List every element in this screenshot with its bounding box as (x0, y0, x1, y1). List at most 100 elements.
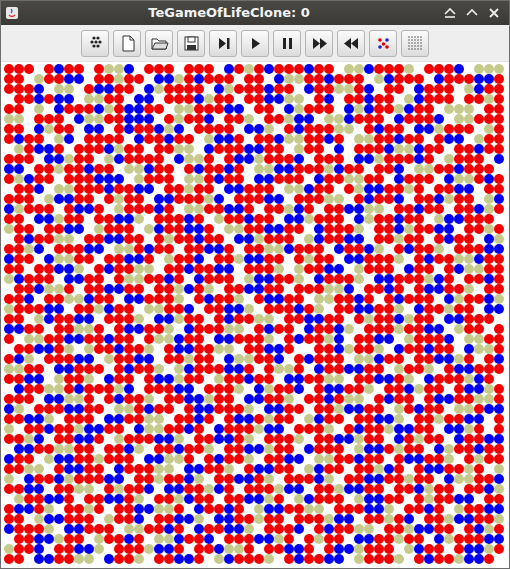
cell[interactable] (384, 174, 394, 184)
cell[interactable] (204, 224, 214, 234)
cell[interactable] (174, 114, 184, 124)
cell[interactable] (34, 184, 44, 194)
cell[interactable] (314, 174, 324, 184)
cell[interactable] (64, 84, 74, 94)
colors-button[interactable] (369, 30, 397, 57)
cell[interactable] (424, 254, 434, 264)
cell[interactable] (134, 204, 144, 214)
cell[interactable] (494, 154, 504, 164)
cell[interactable] (64, 214, 74, 224)
cell[interactable] (174, 154, 184, 164)
cell[interactable] (294, 114, 304, 124)
cell[interactable] (14, 214, 24, 224)
cell[interactable] (384, 84, 394, 94)
cell[interactable] (254, 164, 264, 174)
cell[interactable] (404, 154, 414, 164)
cell[interactable] (334, 254, 344, 264)
cell[interactable] (364, 244, 374, 254)
cell[interactable] (474, 154, 484, 164)
cell[interactable] (294, 104, 304, 114)
cell[interactable] (414, 74, 424, 84)
cell[interactable] (34, 74, 44, 84)
cell[interactable] (444, 64, 454, 74)
cell[interactable] (214, 74, 224, 84)
cell[interactable] (144, 234, 154, 244)
cell[interactable] (24, 174, 34, 184)
cell[interactable] (114, 134, 124, 144)
cell[interactable] (444, 194, 454, 204)
cell[interactable] (204, 64, 214, 74)
cell[interactable] (164, 104, 174, 114)
cell[interactable] (494, 164, 504, 174)
cell[interactable] (204, 264, 214, 274)
cell[interactable] (474, 214, 484, 224)
cell[interactable] (244, 84, 254, 94)
cell[interactable] (354, 244, 364, 254)
cell[interactable] (94, 224, 104, 234)
cell[interactable] (294, 234, 304, 244)
cell[interactable] (124, 254, 134, 264)
cell[interactable] (174, 244, 184, 254)
cell[interactable] (354, 204, 364, 214)
cell[interactable] (374, 254, 384, 264)
cell[interactable] (104, 264, 114, 274)
cell[interactable] (464, 264, 474, 274)
cell[interactable] (114, 184, 124, 194)
cell[interactable] (74, 74, 84, 84)
cell[interactable] (414, 254, 424, 264)
cell[interactable] (314, 134, 324, 144)
cell[interactable] (264, 184, 274, 194)
cell[interactable] (84, 254, 94, 264)
cell[interactable] (274, 84, 284, 94)
cell[interactable] (94, 124, 104, 134)
cell[interactable] (244, 164, 254, 174)
cell[interactable] (334, 124, 344, 134)
cell[interactable] (124, 144, 134, 154)
cell[interactable] (354, 84, 364, 94)
cell[interactable] (54, 224, 64, 234)
cell[interactable] (194, 154, 204, 164)
cell[interactable] (114, 114, 124, 124)
cell[interactable] (354, 224, 364, 234)
cell[interactable] (214, 244, 224, 254)
cell[interactable] (24, 84, 34, 94)
cell[interactable] (254, 244, 264, 254)
cell[interactable] (494, 84, 504, 94)
cell[interactable] (54, 174, 64, 184)
cell[interactable] (74, 94, 84, 104)
cell[interactable] (124, 224, 134, 234)
cell[interactable] (134, 264, 144, 274)
cell[interactable] (234, 144, 244, 154)
cell[interactable] (424, 144, 434, 154)
cell[interactable] (424, 214, 434, 224)
cell[interactable] (224, 264, 234, 274)
cell[interactable] (384, 164, 394, 174)
cell[interactable] (54, 74, 64, 84)
cell[interactable] (214, 124, 224, 134)
cell[interactable] (334, 244, 344, 254)
cell[interactable] (384, 254, 394, 264)
cell[interactable] (104, 204, 114, 214)
cell[interactable] (204, 84, 214, 94)
cell[interactable] (414, 204, 424, 214)
cell[interactable] (224, 94, 234, 104)
cell[interactable] (174, 94, 184, 104)
cell[interactable] (434, 244, 444, 254)
cell[interactable] (234, 154, 244, 164)
cell[interactable] (44, 184, 54, 194)
cell[interactable] (284, 164, 294, 174)
cell[interactable] (394, 184, 404, 194)
cell[interactable] (114, 94, 124, 104)
cell[interactable] (224, 234, 234, 244)
cell[interactable] (114, 254, 124, 264)
cell[interactable] (314, 124, 324, 134)
cell[interactable] (94, 254, 104, 264)
cell[interactable] (114, 224, 124, 234)
cell[interactable] (374, 124, 384, 134)
cell[interactable] (74, 164, 84, 174)
cell[interactable] (324, 264, 334, 274)
cell[interactable] (44, 274, 54, 284)
cell[interactable] (244, 204, 254, 214)
cell[interactable] (264, 234, 274, 244)
cell[interactable] (214, 134, 224, 144)
